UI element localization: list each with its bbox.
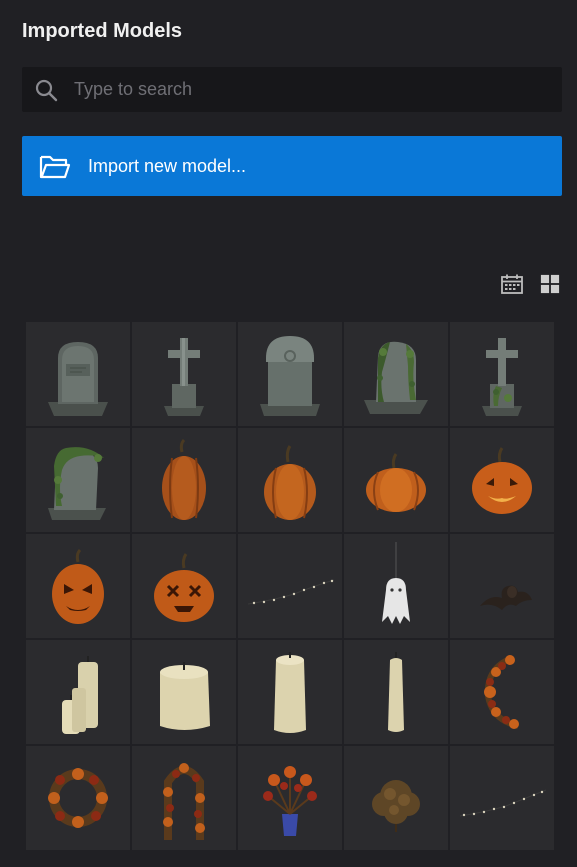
pumpkin-tall-icon xyxy=(162,438,206,520)
hanging-ghost-icon xyxy=(382,542,410,624)
panel-title: Imported Models xyxy=(22,20,183,42)
model-tile[interactable] xyxy=(238,428,342,532)
model-tile[interactable] xyxy=(238,534,342,638)
model-tile[interactable] xyxy=(450,322,554,426)
candle-cluster-icon xyxy=(62,656,98,734)
model-tile[interactable] xyxy=(344,640,448,744)
view-toggles xyxy=(500,272,564,296)
calendar-icon[interactable] xyxy=(500,273,524,295)
gravestone-ivy-icon xyxy=(364,341,428,414)
gravestone-rounded-icon xyxy=(48,342,108,416)
autumn-garland-crescent-icon xyxy=(484,655,519,729)
jack-o-lantern-icon xyxy=(472,447,532,514)
string-lights-icon xyxy=(247,579,335,605)
string-lights-2-icon xyxy=(459,789,547,817)
model-tile[interactable] xyxy=(450,428,554,532)
dried-bush-icon xyxy=(372,780,420,832)
model-tile[interactable] xyxy=(450,640,554,744)
model-tile[interactable] xyxy=(132,428,236,532)
autumn-wreath-icon xyxy=(48,768,108,828)
import-model-label: Import new model... xyxy=(88,155,247,176)
model-tile[interactable] xyxy=(26,428,130,532)
grave-cross-ivy-icon xyxy=(482,338,522,416)
model-tile[interactable] xyxy=(132,534,236,638)
grid-view-icon[interactable] xyxy=(538,273,562,295)
model-tile[interactable] xyxy=(132,746,236,850)
search-icon xyxy=(34,78,58,102)
model-tile[interactable] xyxy=(132,322,236,426)
search-bar[interactable] xyxy=(22,66,562,113)
flower-vase-icon xyxy=(263,766,317,836)
model-tile[interactable] xyxy=(238,640,342,744)
model-grid xyxy=(26,322,554,850)
model-tile[interactable] xyxy=(26,322,130,426)
bat-icon xyxy=(480,585,532,610)
model-tile[interactable] xyxy=(344,746,448,850)
model-tile[interactable] xyxy=(26,746,130,850)
model-tile[interactable] xyxy=(450,534,554,638)
model-tile[interactable] xyxy=(132,640,236,744)
model-tile[interactable] xyxy=(26,640,130,744)
gravestone-ivy-arched-icon xyxy=(48,447,106,520)
candle-pillar-icon xyxy=(274,652,306,733)
model-tile[interactable] xyxy=(344,428,448,532)
model-tile[interactable] xyxy=(26,534,130,638)
model-tile[interactable] xyxy=(344,322,448,426)
jack-o-lantern-x-eyes-icon xyxy=(154,553,214,622)
candle-wide-icon xyxy=(160,662,210,730)
import-model-button[interactable]: Import new model... xyxy=(22,136,562,196)
search-input[interactable] xyxy=(72,66,562,113)
autumn-garland-arch-icon xyxy=(163,763,205,840)
gravestone-arched-icon xyxy=(260,336,320,416)
pumpkin-round-icon xyxy=(366,453,426,512)
folder-open-icon xyxy=(39,152,71,180)
pumpkin-medium-icon xyxy=(264,445,316,520)
candle-thin-icon xyxy=(388,652,404,732)
model-tile[interactable] xyxy=(238,746,342,850)
model-tile[interactable] xyxy=(238,322,342,426)
model-tile[interactable] xyxy=(450,746,554,850)
grave-cross-icon xyxy=(164,338,204,416)
model-tile[interactable] xyxy=(344,534,448,638)
jack-o-lantern-angry-icon xyxy=(52,548,104,624)
